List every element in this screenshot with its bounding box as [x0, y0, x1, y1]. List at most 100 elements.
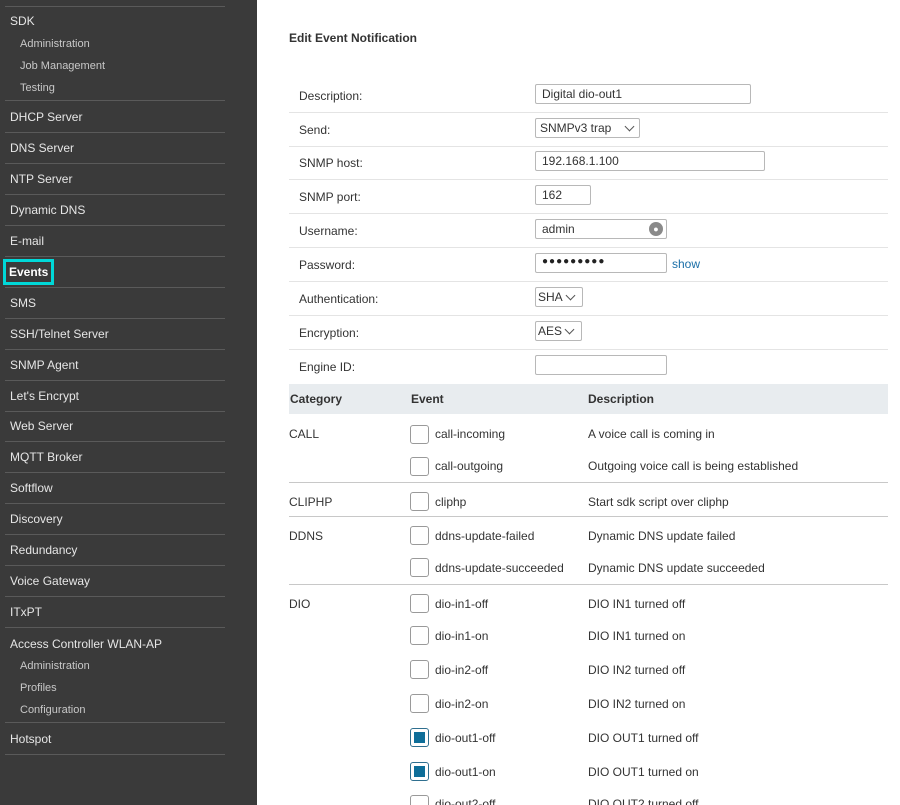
encryption-select-value: AES: [538, 324, 563, 338]
sidebar-item-sdk[interactable]: SDK: [5, 6, 225, 30]
header-description: Description: [588, 392, 655, 406]
event-name: cliphp: [435, 495, 467, 509]
sidebar-subitem-ac-administration[interactable]: Administration: [5, 655, 225, 677]
category-label: DIO: [289, 597, 311, 611]
chevron-down-icon: [565, 290, 576, 300]
sidebar-item-access-controller[interactable]: Access Controller WLAN-AP: [5, 628, 225, 654]
group-divider: [289, 516, 888, 517]
sidebar-item-mqtt-broker[interactable]: MQTT Broker: [5, 442, 225, 473]
header-event: Event: [411, 392, 444, 406]
sidebar-item-voice-gateway[interactable]: Voice Gateway: [5, 566, 225, 597]
event-checkbox[interactable]: [410, 795, 429, 805]
chevron-down-icon: [564, 324, 575, 334]
snmp-port-input[interactable]: 162: [535, 185, 591, 205]
event-checkbox[interactable]: [410, 425, 429, 444]
description-input[interactable]: Digital dio-out1: [535, 84, 751, 104]
sidebar-item-dhcp-server[interactable]: DHCP Server: [5, 102, 225, 133]
encryption-select[interactable]: AES: [535, 321, 582, 341]
sidebar-item-itxpt[interactable]: ITxPT: [5, 597, 225, 628]
sidebar-item-web-server[interactable]: Web Server: [5, 411, 225, 442]
event-name: dio-out2-off: [435, 797, 496, 805]
event-description: Outgoing voice call is being established: [588, 459, 799, 473]
sidebar-item-discovery[interactable]: Discovery: [5, 504, 225, 535]
sidebar-item-label: Let's Encrypt: [10, 389, 79, 403]
category-label: CLIPHP: [289, 495, 333, 509]
sidebar-subitem-testing[interactable]: Testing: [5, 77, 225, 101]
sidebar-item-ssh-telnet-server[interactable]: SSH/Telnet Server: [5, 319, 225, 350]
event-checkbox-checked[interactable]: [410, 762, 429, 781]
sidebar-item-softflow[interactable]: Softflow: [5, 473, 225, 504]
sidebar-item-dynamic-dns[interactable]: Dynamic DNS: [5, 195, 225, 226]
password-row: Password: ●●●●●●●●● show: [289, 248, 888, 282]
sidebar-item-hotspot[interactable]: Hotspot: [5, 724, 225, 755]
send-select[interactable]: SNMPv3 trap: [535, 118, 640, 138]
sidebar-item-redundancy[interactable]: Redundancy: [5, 535, 225, 566]
sidebar-item-events[interactable]: Events: [3, 257, 225, 288]
sidebar-subitem-configuration[interactable]: Configuration: [5, 699, 225, 723]
username-label: Username:: [299, 224, 358, 238]
username-input[interactable]: admin ●: [535, 219, 667, 239]
description-label: Description:: [299, 89, 363, 103]
sidebar-item-label: SNMP Agent: [10, 358, 79, 372]
authentication-select[interactable]: SHA: [535, 287, 583, 307]
snmp-host-input[interactable]: 192.168.1.100: [535, 151, 765, 171]
user-icon[interactable]: ●: [649, 222, 663, 236]
sidebar-item-label: MQTT Broker: [10, 450, 83, 464]
sidebar-item-lets-encrypt[interactable]: Let's Encrypt: [5, 381, 225, 412]
event-checkbox[interactable]: [410, 626, 429, 645]
event-checkbox[interactable]: [410, 558, 429, 577]
snmp-port-row: SNMP port: 162: [289, 180, 888, 214]
event-checkbox[interactable]: [410, 492, 429, 511]
sidebar-item-label: NTP Server: [10, 172, 73, 186]
events-table-header: Category Event Description: [289, 384, 888, 414]
sidebar-subitem-job-management[interactable]: Job Management: [5, 55, 225, 77]
sidebar-item-label: ITxPT: [10, 605, 42, 619]
sidebar-item-email[interactable]: E-mail: [5, 226, 225, 257]
sidebar-item-label: Softflow: [10, 481, 53, 495]
event-name: dio-in1-off: [435, 597, 489, 611]
snmp-host-row: SNMP host: 192.168.1.100: [289, 146, 888, 180]
sidebar-item-sms[interactable]: SMS: [5, 288, 225, 319]
encryption-row: Encryption: AES: [289, 316, 888, 350]
event-checkbox-checked[interactable]: [410, 728, 429, 747]
event-description: A voice call is coming in: [588, 427, 715, 441]
sidebar-item-dns-server[interactable]: DNS Server: [5, 133, 225, 164]
engine-id-input[interactable]: [535, 355, 667, 375]
event-checkbox[interactable]: [410, 457, 429, 476]
event-description: Dynamic DNS update succeeded: [588, 561, 765, 575]
sidebar-item-label: SSH/Telnet Server: [10, 327, 109, 341]
show-password-link[interactable]: show: [672, 257, 700, 271]
sidebar-item-ntp-server[interactable]: NTP Server: [5, 164, 225, 195]
sidebar-item-label: Access Controller WLAN-AP: [10, 637, 163, 651]
header-category: Category: [290, 392, 343, 406]
description-row: Description: Digital dio-out1: [289, 79, 888, 113]
authentication-select-value: SHA: [538, 290, 563, 304]
sidebar-item-snmp-agent[interactable]: SNMP Agent: [5, 350, 225, 381]
send-select-value: SNMPv3 trap: [540, 121, 612, 135]
sidebar-item-label: Hotspot: [10, 732, 52, 746]
password-input[interactable]: ●●●●●●●●●: [535, 253, 667, 273]
password-label: Password:: [299, 258, 356, 272]
event-checkbox[interactable]: [410, 660, 429, 679]
event-name: dio-out1-off: [435, 731, 496, 745]
event-description: DIO IN1 turned off: [588, 597, 686, 611]
event-description: Dynamic DNS update failed: [588, 529, 736, 543]
event-description: DIO IN2 turned on: [588, 697, 686, 711]
sidebar-subitem-sdk-administration[interactable]: Administration: [5, 33, 225, 55]
snmp-port-label: SNMP port:: [299, 190, 361, 204]
event-name: ddns-update-succeeded: [435, 561, 564, 575]
engine-id-label: Engine ID:: [299, 360, 356, 374]
event-checkbox[interactable]: [410, 694, 429, 713]
sidebar-item-label: Web Server: [10, 419, 74, 433]
event-checkbox[interactable]: [410, 594, 429, 613]
event-name: ddns-update-failed: [435, 529, 535, 543]
send-label: Send:: [299, 123, 331, 137]
sidebar-item-label: DHCP Server: [10, 110, 83, 124]
engine-id-row: Engine ID:: [289, 350, 888, 384]
authentication-row: Authentication: SHA: [289, 282, 888, 316]
event-name: call-outgoing: [435, 459, 504, 473]
group-divider: [289, 482, 888, 483]
event-name: dio-in2-off: [435, 663, 489, 677]
event-checkbox[interactable]: [410, 526, 429, 545]
sidebar-subitem-profiles[interactable]: Profiles: [5, 677, 225, 699]
